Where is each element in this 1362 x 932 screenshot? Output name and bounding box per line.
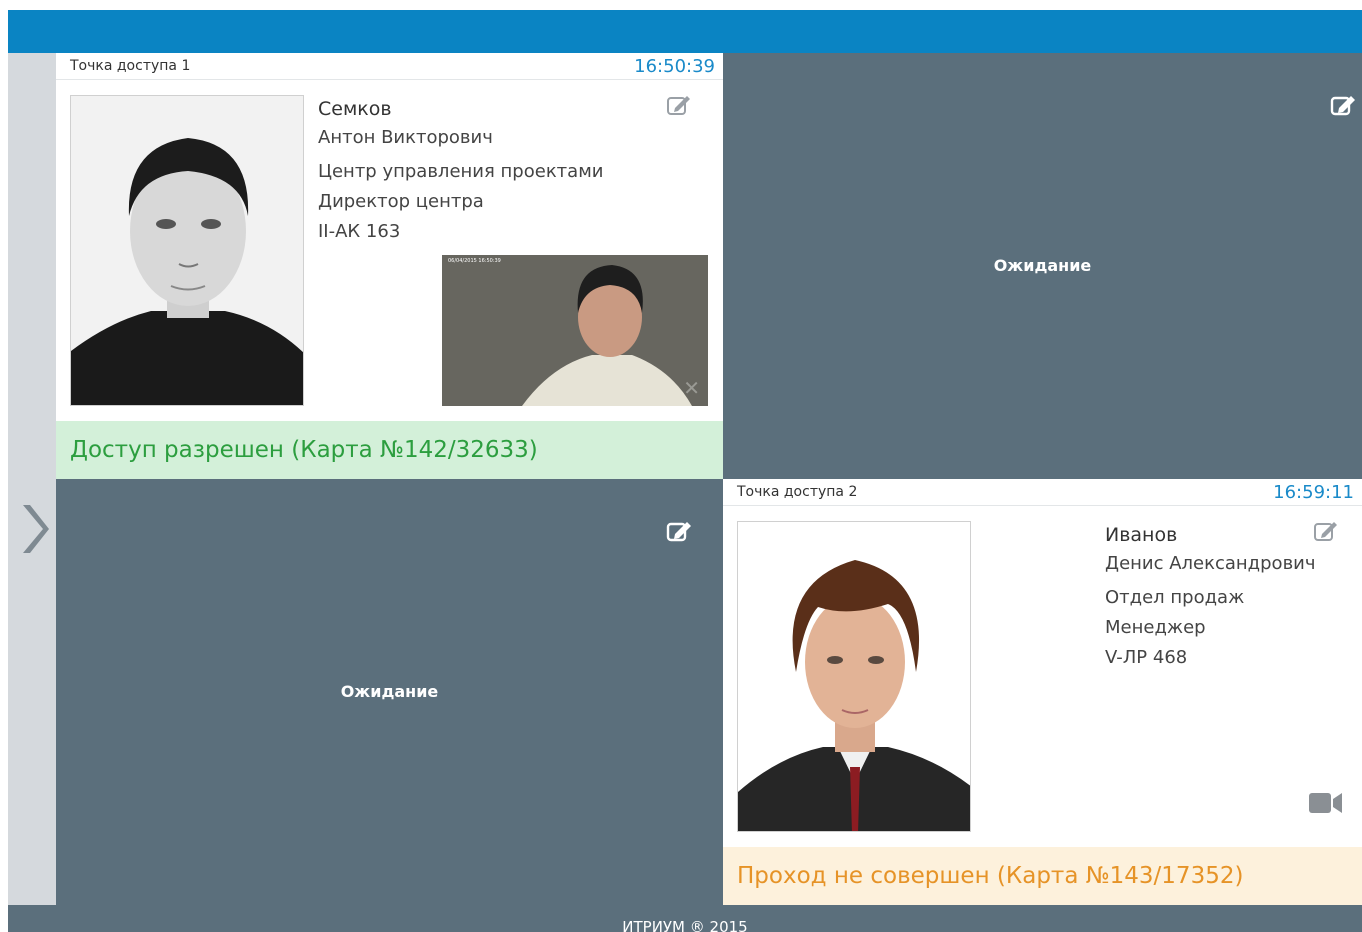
access-event-panel-4: Точка доступа 2 16:59:11 Иванов Денис Ал… — [723, 479, 1362, 905]
person-photo — [737, 521, 971, 832]
person-department: Отдел продаж — [1105, 587, 1245, 608]
edit-icon[interactable] — [1330, 93, 1358, 117]
waiting-panel-2: Ожидание — [723, 53, 1362, 479]
person-first-middle-name: Антон Викторович — [318, 127, 493, 148]
waiting-label: Ожидание — [993, 256, 1092, 275]
chevron-right-icon[interactable] — [19, 499, 49, 559]
panel-header: Точка доступа 2 16:59:11 — [723, 479, 1362, 506]
access-point-name: Точка доступа 2 — [737, 484, 858, 500]
person-id: V-ЛР 468 — [1105, 647, 1188, 668]
panel-header: Точка доступа 1 16:50:39 — [56, 53, 723, 80]
person-info: Иванов Денис Александрович Отдел продаж … — [1105, 523, 1355, 673]
person-position: Директор центра — [318, 191, 484, 212]
event-time: 16:59:11 — [1273, 482, 1354, 503]
person-info: Семков Антон Викторович Центр управления… — [318, 97, 658, 247]
person-position: Менеджер — [1105, 617, 1206, 638]
video-camera-icon[interactable] — [1309, 791, 1343, 815]
edit-icon[interactable] — [666, 93, 692, 117]
access-status: Проход не совершен (Карта №143/17352) — [723, 847, 1362, 905]
waiting-label: Ожидание — [340, 682, 439, 701]
camera-snapshot: 06/04/2015 16:50:39 ✕ — [442, 255, 708, 406]
snapshot-timestamp: 06/04/2015 16:50:39 — [448, 258, 501, 264]
sidebar-collapsed — [8, 53, 56, 905]
edit-icon[interactable] — [1313, 519, 1339, 543]
person-id: II-АК 163 — [318, 221, 401, 242]
person-photo — [70, 95, 304, 406]
person-department: Центр управления проектами — [318, 161, 604, 182]
person-first-middle-name: Денис Александрович — [1105, 553, 1316, 574]
edit-icon[interactable] — [666, 519, 694, 543]
access-status: Доступ разрешен (Карта №142/32633) — [56, 421, 723, 479]
access-point-name: Точка доступа 1 — [70, 58, 191, 74]
access-event-panel-1: Точка доступа 1 16:50:39 Семков Антон Ви… — [56, 53, 723, 479]
top-header-bar — [8, 10, 1362, 53]
waiting-panel-3: Ожидание — [56, 479, 723, 905]
event-time: 16:50:39 — [634, 56, 715, 77]
person-last-name: Семков — [318, 98, 392, 120]
close-icon[interactable]: ✕ — [683, 376, 700, 400]
footer: ИТРИУМ ® 2015 — [8, 905, 1362, 932]
